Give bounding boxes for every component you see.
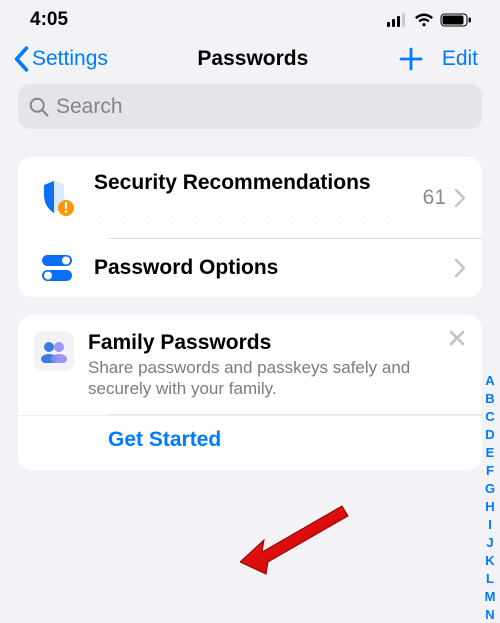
index-letter[interactable]: A (482, 372, 498, 389)
get-started-button[interactable]: Get Started (18, 415, 482, 470)
index-letter[interactable]: J (482, 534, 498, 551)
shield-warning-icon (34, 179, 80, 217)
settings-group: Security Recommendations 61 Password Opt… (18, 157, 482, 297)
options-body: Password Options (94, 256, 454, 280)
status-indicators (387, 13, 472, 27)
index-letter[interactable]: H (482, 498, 498, 515)
security-count: 61 (423, 186, 446, 210)
index-letter[interactable]: B (482, 390, 498, 407)
index-letter[interactable]: F (482, 462, 498, 479)
search-input[interactable] (54, 94, 472, 120)
nav-bar: Settings Passwords Edit (0, 40, 500, 76)
family-body: Family Passwords Share passwords and pas… (88, 331, 466, 400)
security-body: Security Recommendations (94, 171, 423, 225)
search-icon (28, 96, 50, 118)
edit-button[interactable]: Edit (442, 47, 478, 71)
annotation-arrow (240, 502, 350, 582)
redacted-text (94, 199, 394, 225)
back-button[interactable]: Settings (12, 46, 108, 72)
index-letter[interactable]: L (482, 570, 498, 587)
index-letter[interactable]: M (482, 588, 498, 605)
index-letter[interactable]: D (482, 426, 498, 443)
back-label: Settings (32, 47, 108, 71)
add-button[interactable] (398, 46, 424, 72)
status-bar: 4:05 (0, 0, 500, 40)
chevron-right-icon (454, 258, 466, 278)
status-time: 4:05 (30, 9, 68, 31)
chevron-right-icon (454, 188, 466, 208)
options-title: Password Options (94, 256, 454, 280)
security-tail: 61 (423, 186, 466, 210)
options-tail (454, 258, 466, 278)
page-title: Passwords (197, 47, 308, 71)
search-field[interactable] (18, 84, 482, 129)
toggles-icon (34, 253, 80, 283)
family-subtitle: Share passwords and passkeys safely and … (88, 357, 466, 400)
password-options-row[interactable]: Password Options (18, 239, 482, 297)
family-passwords-card: Family Passwords Share passwords and pas… (18, 315, 482, 470)
section-index[interactable]: A B C D E F G H I J K L M N (482, 372, 498, 623)
chevron-left-icon (12, 46, 30, 72)
index-letter[interactable]: C (482, 408, 498, 425)
index-letter[interactable]: I (482, 516, 498, 533)
cellular-icon (387, 13, 408, 27)
wifi-icon (414, 13, 434, 27)
close-button[interactable] (448, 329, 466, 347)
family-row: Family Passwords Share passwords and pas… (18, 315, 482, 414)
index-letter[interactable]: G (482, 480, 498, 497)
family-icon (34, 331, 74, 371)
index-letter[interactable]: K (482, 552, 498, 569)
nav-actions: Edit (398, 46, 478, 72)
index-letter[interactable]: N (482, 606, 498, 623)
security-title: Security Recommendations (94, 171, 423, 195)
security-recommendations-row[interactable]: Security Recommendations 61 (18, 157, 482, 239)
battery-icon (440, 13, 472, 27)
index-letter[interactable]: E (482, 444, 498, 461)
family-title: Family Passwords (88, 331, 466, 355)
